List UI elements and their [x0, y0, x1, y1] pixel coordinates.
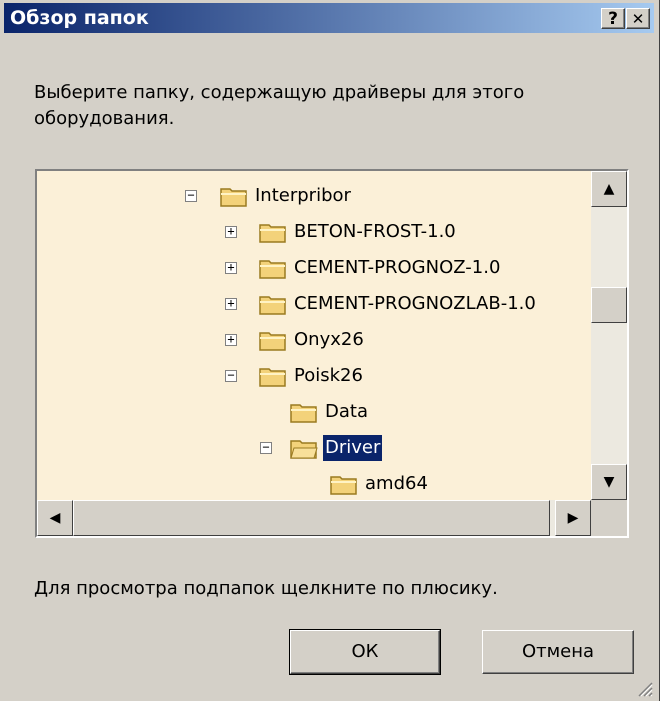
- expand-toggle[interactable]: +: [225, 297, 237, 310]
- tree-item-interpribor[interactable]: − Interpribor: [37, 179, 591, 215]
- folder-icon: [259, 296, 286, 315]
- tree-item-cement-prognozlab[interactable]: + CEMENT-PROGNOZLAB-1.0: [37, 287, 591, 323]
- tree-item-label: Poisk26: [294, 365, 363, 386]
- tree-item-onyx26[interactable]: + Onyx26: [37, 323, 591, 359]
- folder-tree[interactable]: − Interpribor + BETON-FROST-1.0 + CEMENT…: [35, 169, 629, 538]
- folder-icon: [220, 188, 247, 207]
- title-bar[interactable]: Обзор папок ? ✕: [4, 3, 654, 33]
- open-folder-icon: [290, 440, 318, 459]
- folder-icon: [259, 224, 286, 243]
- folder-icon: [259, 368, 286, 387]
- window-title: Обзор папок: [10, 7, 149, 29]
- help-button[interactable]: ?: [601, 8, 625, 29]
- scroll-left-button[interactable]: ◀: [37, 500, 73, 536]
- folder-icon: [330, 476, 357, 495]
- scroll-right-button[interactable]: ▶: [555, 500, 591, 536]
- scroll-down-button[interactable]: ▼: [591, 464, 627, 500]
- tree-item-cement-prognoz[interactable]: + CEMENT-PROGNOZ-1.0: [37, 251, 591, 287]
- tree-item-label: Onyx26: [294, 329, 364, 350]
- tree-item-label: CEMENT-PROGNOZLAB-1.0: [294, 293, 536, 314]
- tree-viewport: − Interpribor + BETON-FROST-1.0 + CEMENT…: [37, 171, 591, 500]
- vertical-scrollbar[interactable]: ▲ ▼: [591, 171, 627, 500]
- expand-toggle[interactable]: +: [225, 225, 237, 238]
- tree-item-driver[interactable]: − Driver: [37, 431, 591, 467]
- expand-toggle[interactable]: +: [225, 261, 237, 274]
- horizontal-scroll-thumb[interactable]: [73, 500, 550, 536]
- tree-item-beton-frost[interactable]: + BETON-FROST-1.0: [37, 215, 591, 251]
- instruction-text: Выберите папку, содержащую драйверы для …: [34, 82, 525, 129]
- browse-folder-dialog: Обзор папок ? ✕ Выберите папку, содержащ…: [0, 0, 660, 701]
- cancel-button[interactable]: Отмена: [482, 630, 634, 674]
- collapse-toggle[interactable]: −: [260, 441, 272, 454]
- vertical-scroll-thumb[interactable]: [591, 287, 627, 323]
- close-button[interactable]: ✕: [626, 8, 650, 29]
- tree-item-label: BETON-FROST-1.0: [294, 221, 456, 242]
- folder-icon: [259, 332, 286, 351]
- scroll-up-button[interactable]: ▲: [591, 171, 627, 207]
- tree-item-poisk26[interactable]: − Poisk26: [37, 359, 591, 395]
- collapse-toggle[interactable]: −: [225, 369, 237, 382]
- hint-text: Для просмотра подпапок щелкните по плюси…: [34, 578, 498, 599]
- folder-icon: [259, 260, 286, 279]
- folder-icon: [290, 404, 317, 423]
- resize-grip-icon[interactable]: [635, 679, 653, 697]
- tree-item-ia64[interactable]: ia64: [37, 493, 591, 500]
- tree-item-label: Interpribor: [255, 185, 351, 206]
- ok-button[interactable]: ОК: [289, 629, 441, 675]
- tree-item-label: Data: [325, 401, 368, 422]
- scrollbar-corner: [591, 500, 627, 536]
- horizontal-scrollbar[interactable]: ◀ ▶: [37, 500, 591, 536]
- tree-item-data[interactable]: Data: [37, 395, 591, 431]
- tree-item-label: CEMENT-PROGNOZ-1.0: [294, 257, 501, 278]
- expand-toggle[interactable]: +: [225, 333, 237, 346]
- collapse-toggle[interactable]: −: [185, 189, 197, 202]
- tree-item-label-selected: Driver: [323, 435, 383, 461]
